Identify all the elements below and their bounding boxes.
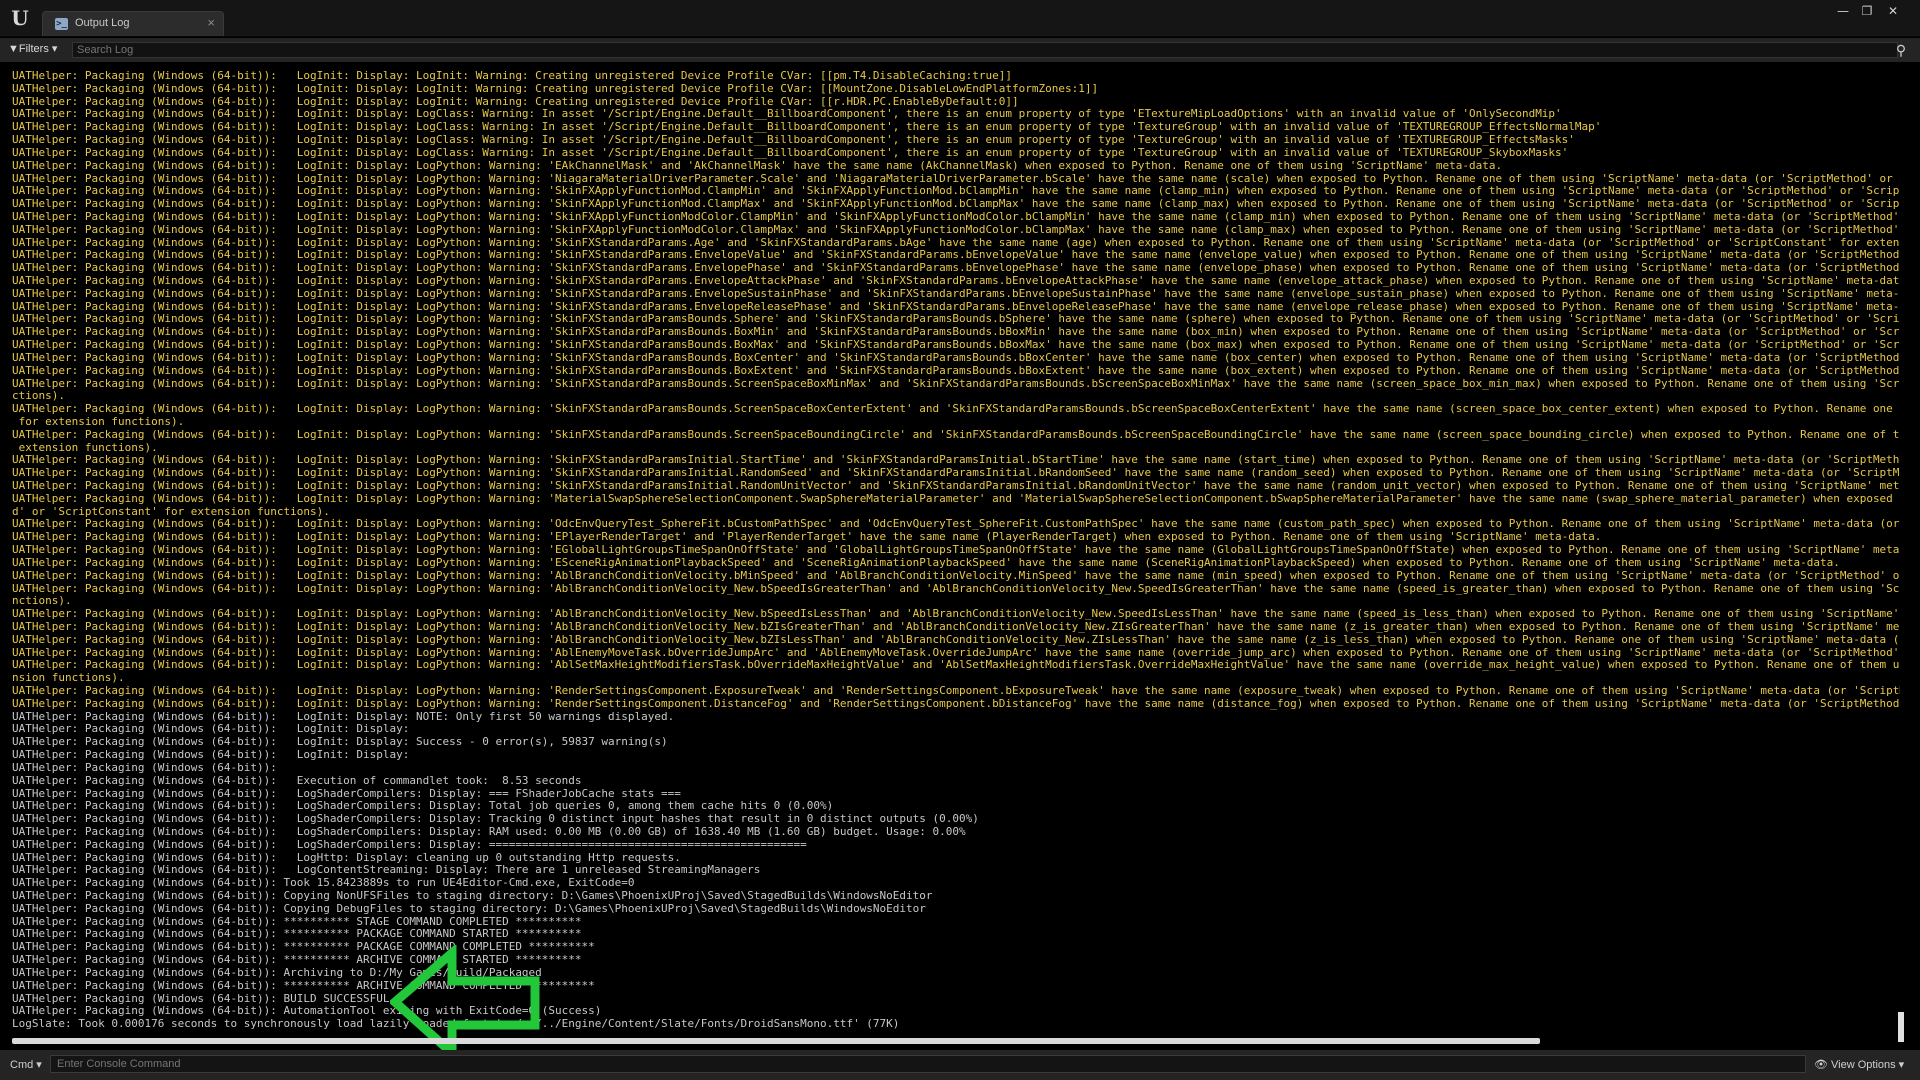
log-line: UATHelper: Packaging (Windows (64-bit)):… [12, 864, 761, 877]
log-line: UATHelper: Packaging (Windows (64-bit)):… [12, 454, 1900, 467]
log-area[interactable]: UATHelper: Packaging (Windows (64-bit)):… [0, 64, 1920, 1036]
log-line: UATHelper: Packaging (Windows (64-bit)):… [12, 825, 966, 838]
log-line: UATHelper: Packaging (Windows (64-bit)):… [12, 339, 1900, 352]
log-line: UATHelper: Packaging (Windows (64-bit)):… [12, 377, 1900, 390]
log-line: UATHelper: Packaging (Windows (64-bit)):… [12, 877, 635, 890]
log-line: UATHelper: Packaging (Windows (64-bit)):… [12, 313, 1900, 326]
tab-label: Output Log [75, 17, 130, 29]
log-line: UATHelper: Packaging (Windows (64-bit)):… [12, 172, 1900, 185]
log-line: UATHelper: Packaging (Windows (64-bit)):… [12, 582, 1900, 595]
vertical-scrollbar-thumb[interactable] [1898, 1012, 1904, 1042]
log-line: nsion functions). [12, 672, 125, 685]
title-bar: U >_ Output Log × — ❐ ✕ [0, 0, 1920, 37]
log-line: UATHelper: Packaging (Windows (64-bit)):… [12, 236, 1900, 249]
log-line: UATHelper: Packaging (Windows (64-bit)):… [12, 620, 1900, 633]
log-line: UATHelper: Packaging (Windows (64-bit)):… [12, 159, 1503, 172]
log-line: UATHelper: Packaging (Windows (64-bit)):… [12, 351, 1900, 364]
log-line: UATHelper: Packaging (Windows (64-bit)):… [12, 646, 1900, 659]
log-line: extension functions). [12, 441, 158, 454]
log-line: nctions). [12, 595, 72, 608]
console-bar: Cmd ▾ 👁 View Options ▾ [0, 1050, 1920, 1080]
log-line: UATHelper: Packaging (Windows (64-bit)):… [12, 210, 1900, 223]
log-line: UATHelper: Packaging (Windows (64-bit)):… [12, 723, 410, 736]
log-line: for extension functions). [12, 415, 185, 428]
log-line: UATHelper: Packaging (Windows (64-bit)):… [12, 300, 1900, 313]
log-line: UATHelper: Packaging (Windows (64-bit)):… [12, 544, 1900, 557]
output-log-icon: >_ [55, 18, 68, 30]
log-line: UATHelper: Packaging (Windows (64-bit)):… [12, 992, 390, 1005]
log-line: UATHelper: Packaging (Windows (64-bit)):… [12, 82, 1099, 95]
unreal-logo-icon: U [11, 6, 29, 30]
maximize-button[interactable]: ❐ [1856, 3, 1878, 19]
tab-close-icon[interactable]: × [207, 15, 215, 30]
log-line: UATHelper: Packaging (Windows (64-bit)):… [12, 851, 681, 864]
log-line: UATHelper: Packaging (Windows (64-bit)):… [12, 710, 675, 723]
filter-bar: ▼Filters ▾ ⚲ [0, 38, 1920, 62]
log-line: UATHelper: Packaging (Windows (64-bit)):… [12, 915, 582, 928]
log-line: UATHelper: Packaging (Windows (64-bit)):… [12, 262, 1900, 275]
log-line: UATHelper: Packaging (Windows (64-bit)):… [12, 1005, 602, 1018]
log-line: UATHelper: Packaging (Windows (64-bit)):… [12, 223, 1900, 236]
search-log-input[interactable] [72, 42, 1898, 58]
log-line: UATHelper: Packaging (Windows (64-bit)):… [12, 364, 1900, 377]
log-line: UATHelper: Packaging (Windows (64-bit)):… [12, 249, 1900, 262]
log-line: UATHelper: Packaging (Windows (64-bit)):… [12, 954, 582, 967]
log-line: UATHelper: Packaging (Windows (64-bit)):… [12, 95, 1019, 108]
view-options-button[interactable]: 👁 View Options ▾ [1814, 1058, 1904, 1071]
tab-output-log[interactable]: >_ Output Log × [42, 11, 224, 36]
log-line: UATHelper: Packaging (Windows (64-bit)):… [12, 70, 1013, 82]
log-line: UATHelper: Packaging (Windows (64-bit)):… [12, 518, 1900, 531]
log-line: UATHelper: Packaging (Windows (64-bit)):… [12, 134, 1575, 147]
log-line: UATHelper: Packaging (Windows (64-bit)):… [12, 659, 1900, 672]
horizontal-scrollbar-thumb[interactable] [12, 1038, 1540, 1044]
log-line: UATHelper: Packaging (Windows (64-bit)):… [12, 326, 1900, 339]
log-line: UATHelper: Packaging (Windows (64-bit)):… [12, 685, 1900, 697]
log-line: UATHelper: Packaging (Windows (64-bit)):… [12, 198, 1900, 211]
log-line: UATHelper: Packaging (Windows (64-bit)):… [12, 108, 1562, 121]
log-line: UATHelper: Packaging (Windows (64-bit)):… [12, 121, 1602, 134]
log-lines: UATHelper: Packaging (Windows (64-bit)):… [12, 70, 1900, 1031]
log-line: UATHelper: Packaging (Windows (64-bit)):… [12, 608, 1900, 621]
log-line: UATHelper: Packaging (Windows (64-bit)):… [12, 902, 926, 915]
log-line: UATHelper: Packaging (Windows (64-bit)):… [12, 569, 1900, 582]
log-line: d' or 'ScriptConstant' for extension fun… [12, 505, 330, 518]
log-line: UATHelper: Packaging (Windows (64-bit)):… [12, 787, 681, 800]
log-line: UATHelper: Packaging (Windows (64-bit)):… [12, 966, 542, 979]
minimize-button[interactable]: — [1832, 3, 1854, 19]
filters-dropdown[interactable]: ▼Filters ▾ [8, 42, 57, 55]
console-command-input[interactable] [50, 1055, 1806, 1073]
log-line: UATHelper: Packaging (Windows (64-bit)):… [12, 556, 1840, 569]
log-line: UATHelper: Packaging (Windows (64-bit)):… [12, 774, 582, 787]
log-line: UATHelper: Packaging (Windows (64-bit)):… [12, 800, 834, 813]
log-line: UATHelper: Packaging (Windows (64-bit)):… [12, 749, 410, 762]
log-line: LogSlate: Took 0.000176 seconds to synch… [12, 1018, 900, 1031]
log-line: UATHelper: Packaging (Windows (64-bit)):… [12, 275, 1900, 287]
log-line: UATHelper: Packaging (Windows (64-bit)):… [12, 928, 582, 941]
log-line: UATHelper: Packaging (Windows (64-bit)):… [12, 813, 979, 826]
log-line: UATHelper: Packaging (Windows (64-bit)):… [12, 941, 595, 954]
log-line: UATHelper: Packaging (Windows (64-bit)):… [12, 633, 1900, 646]
search-icon[interactable]: ⚲ [1892, 41, 1910, 59]
log-line: UATHelper: Packaging (Windows (64-bit)):… [12, 428, 1900, 441]
log-line: UATHelper: Packaging (Windows (64-bit)):… [12, 492, 1900, 505]
log-line: UATHelper: Packaging (Windows (64-bit)):… [12, 185, 1900, 198]
log-line: UATHelper: Packaging (Windows (64-bit)):… [12, 697, 1900, 710]
log-line: UATHelper: Packaging (Windows (64-bit)):… [12, 287, 1900, 300]
log-line: UATHelper: Packaging (Windows (64-bit)):… [12, 979, 595, 992]
close-window-button[interactable]: ✕ [1882, 3, 1904, 19]
log-line: UATHelper: Packaging (Windows (64-bit)): [12, 761, 277, 774]
log-line: UATHelper: Packaging (Windows (64-bit)):… [12, 531, 1602, 544]
log-line: UATHelper: Packaging (Windows (64-bit)):… [12, 467, 1900, 480]
log-line: UATHelper: Packaging (Windows (64-bit)):… [12, 480, 1900, 492]
log-line: UATHelper: Packaging (Windows (64-bit)):… [12, 403, 1900, 416]
log-line: UATHelper: Packaging (Windows (64-bit)):… [12, 146, 1569, 159]
log-line: ctions). [12, 390, 65, 403]
log-line: UATHelper: Packaging (Windows (64-bit)):… [12, 736, 668, 749]
cmd-dropdown[interactable]: Cmd ▾ [10, 1058, 42, 1071]
log-line: UATHelper: Packaging (Windows (64-bit)):… [12, 838, 807, 851]
log-line: UATHelper: Packaging (Windows (64-bit)):… [12, 890, 933, 902]
